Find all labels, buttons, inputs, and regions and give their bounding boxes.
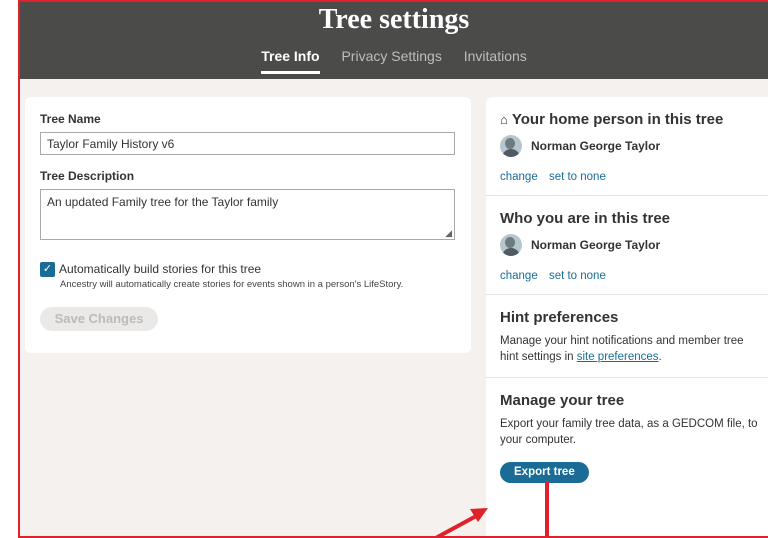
auto-stories-row: ✓ Automatically build stories for this t… — [40, 262, 456, 277]
tree-name-input[interactable]: Taylor Family History v6 — [40, 132, 455, 155]
home-person-title: ⌂ Your home person in this tree — [500, 111, 724, 128]
manage-tree-title: Manage your tree — [500, 392, 625, 409]
tree-name-label: Tree Name — [40, 112, 101, 126]
manage-tree-section: Manage your tree Export your family tree… — [486, 378, 768, 495]
home-icon: ⌂ — [500, 112, 508, 127]
tab-tree-info[interactable]: Tree Info — [261, 48, 320, 74]
who-you-are-person[interactable]: Norman George Taylor — [500, 234, 761, 256]
home-person-name: Norman George Taylor — [531, 139, 661, 153]
hint-preferences-section: Hint preferences Manage your hint notifi… — [486, 295, 768, 378]
header: Tree settings Tree Info Privacy Settings… — [20, 2, 768, 79]
tab-bar: Tree Info Privacy Settings Invitations — [20, 48, 768, 74]
sidebar-card: ⌂ Your home person in this tree Norman Ge… — [486, 97, 768, 536]
tree-info-card: Tree Name Taylor Family History v6 Tree … — [25, 97, 471, 353]
auto-stories-checkbox[interactable]: ✓ — [40, 262, 55, 277]
avatar — [500, 234, 522, 256]
avatar — [500, 135, 522, 157]
who-you-are-section: Who you are in this tree Norman George T… — [486, 196, 768, 295]
tab-invitations[interactable]: Invitations — [464, 48, 527, 71]
home-person-change-link[interactable]: change — [500, 171, 538, 183]
save-changes-button[interactable]: Save Changes — [40, 307, 158, 331]
who-you-are-set-none-link[interactable]: set to none — [549, 270, 606, 282]
page-frame: Tree settings Tree Info Privacy Settings… — [18, 0, 768, 538]
auto-stories-label: Automatically build stories for this tre… — [59, 262, 262, 276]
hint-preferences-text: Manage your hint notifications and membe… — [500, 335, 744, 363]
who-you-are-change-link[interactable]: change — [500, 270, 538, 282]
hint-preferences-title: Hint preferences — [500, 309, 619, 326]
export-tree-button[interactable]: Export tree — [500, 462, 589, 483]
resize-handle-icon[interactable]: ◢ — [445, 229, 452, 238]
home-person-set-none-link[interactable]: set to none — [549, 171, 606, 183]
auto-stories-help: Ancestry will automatically create stori… — [60, 279, 404, 290]
home-person-links: change set to none — [500, 171, 761, 183]
tab-privacy-settings[interactable]: Privacy Settings — [341, 48, 441, 71]
who-you-are-title: Who you are in this tree — [500, 210, 671, 227]
tree-description-textarea[interactable]: An updated Family tree for the Taylor fa… — [40, 189, 455, 240]
manage-tree-text: Export your family tree data, as a GEDCO… — [500, 418, 758, 446]
site-preferences-link[interactable]: site preferences — [577, 351, 659, 363]
home-person[interactable]: Norman George Taylor — [500, 135, 761, 157]
who-you-are-links: change set to none — [500, 270, 761, 282]
page-title: Tree settings — [318, 4, 470, 35]
who-you-are-name: Norman George Taylor — [531, 238, 661, 252]
home-person-section: ⌂ Your home person in this tree Norman Ge… — [486, 97, 768, 196]
main-content: Tree Name Taylor Family History v6 Tree … — [20, 79, 768, 536]
tree-description-value: An updated Family tree for the Taylor fa… — [47, 195, 279, 209]
tree-description-label: Tree Description — [40, 169, 135, 183]
